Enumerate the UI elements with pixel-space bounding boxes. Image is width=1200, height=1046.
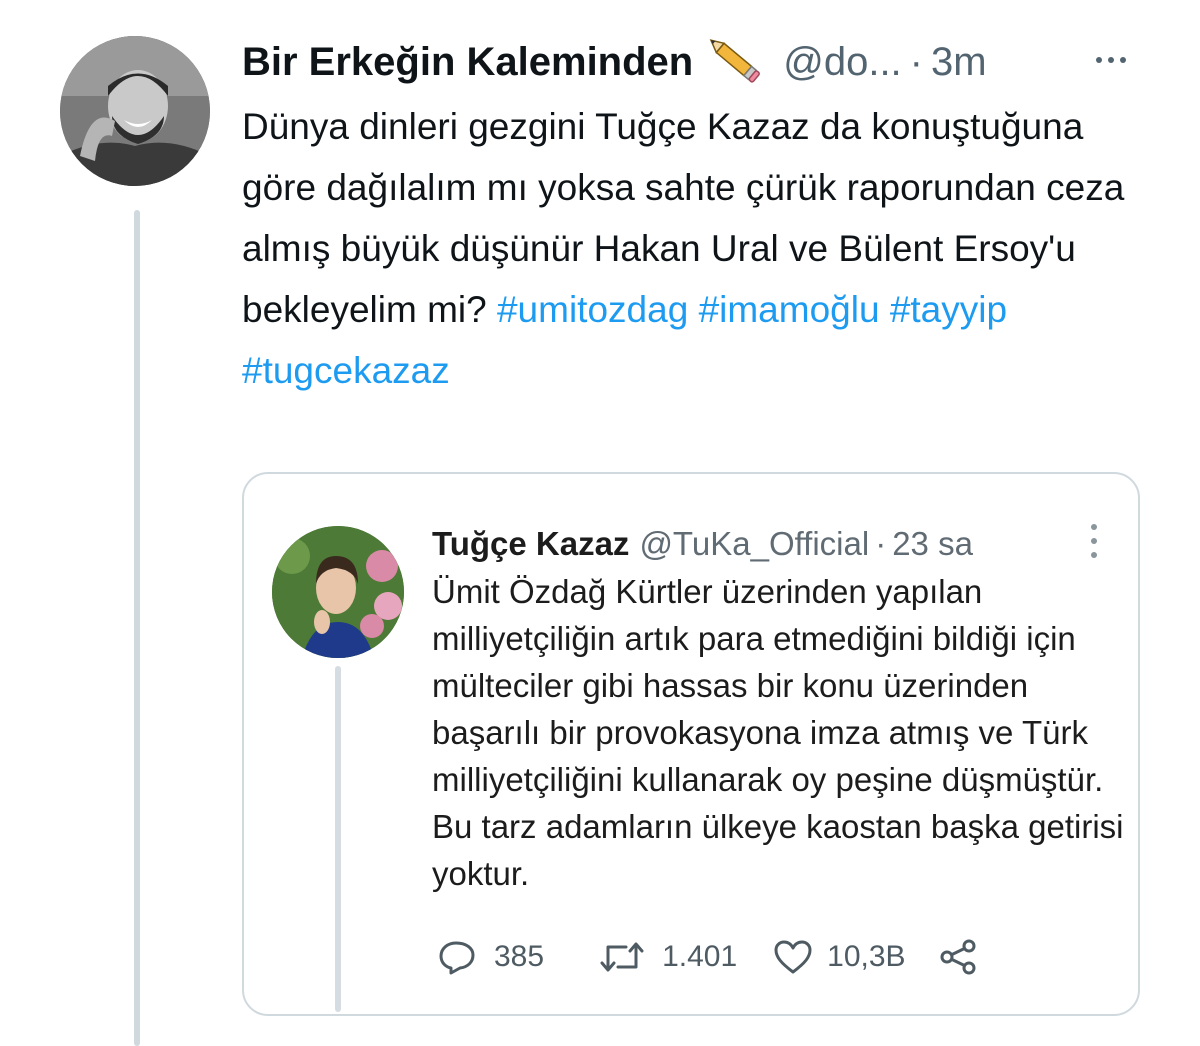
author-avatar[interactable] <box>60 36 210 186</box>
quoted-author-handle: @TuKa_Official <box>639 525 870 562</box>
reply-count: 385 <box>494 940 545 973</box>
quoted-tweet-header: Tuğçe Kazaz @TuKa_Official · 23 sa <box>432 522 973 566</box>
quoted-tweet-actions: 385 1.401 10,3B <box>438 932 978 982</box>
tweet-header: Bir Erkeğin Kaleminden @do... · 3m <box>242 34 1172 90</box>
quoted-author-avatar <box>272 526 404 658</box>
more-options-icon[interactable] <box>1096 44 1136 76</box>
retweet-icon <box>600 942 644 972</box>
quoted-tweet-text: Ümit Özdağ Kürtler üzerinden yapılan mil… <box>432 573 1124 892</box>
quoted-author-display-name: Tuğçe Kazaz <box>432 525 630 562</box>
separator-dot: · <box>909 39 923 84</box>
like-action: 10,3B <box>773 939 906 975</box>
author-display-name[interactable]: Bir Erkeğin Kaleminden <box>242 40 693 85</box>
like-count: 10,3B <box>827 940 906 973</box>
separator-dot: · <box>875 525 887 562</box>
retweet-count: 1.401 <box>662 940 738 973</box>
reply-icon <box>439 941 475 975</box>
hashtag-link[interactable]: #tugcekazaz <box>242 350 450 391</box>
hashtag-link[interactable]: #umitozdag <box>497 289 688 330</box>
retweet-action: 1.401 <box>600 939 737 975</box>
tweet-timestamp[interactable]: 3m <box>931 40 987 85</box>
avatar-photo-icon <box>60 36 210 186</box>
quoted-more-options-icon <box>1089 524 1099 558</box>
author-handle[interactable]: @do... <box>783 40 901 85</box>
reply-action: 385 <box>438 939 544 975</box>
quoted-tweet-timestamp: 23 sa <box>892 525 973 562</box>
share-action <box>938 939 978 975</box>
thread-line <box>134 210 140 1046</box>
tweet-text: Dünya dinleri gezgini Tuğçe Kazaz da kon… <box>242 96 1162 401</box>
pencil-icon <box>709 38 765 86</box>
hashtag-link[interactable]: #tayyip <box>890 289 1007 330</box>
quoted-thread-line <box>335 666 341 1012</box>
heart-icon <box>774 940 812 974</box>
hashtag-link[interactable]: #imamoğlu <box>699 289 880 330</box>
avatar-photo-icon <box>272 526 404 658</box>
share-icon <box>940 939 976 975</box>
